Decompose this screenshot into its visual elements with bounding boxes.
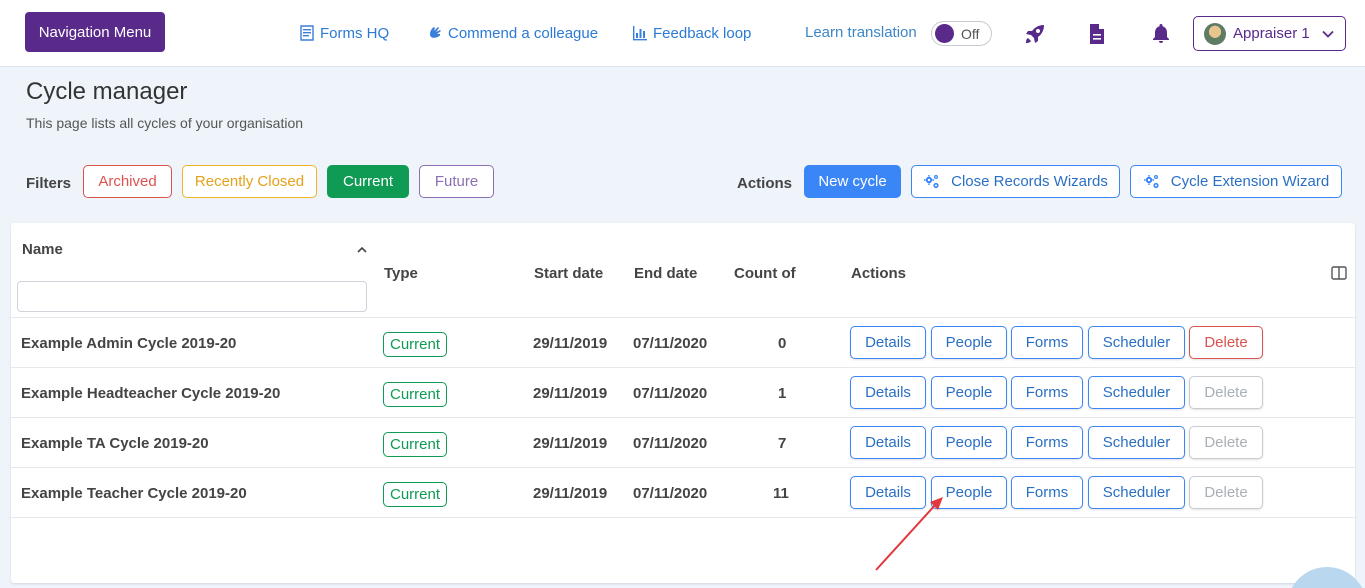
name-filter-input[interactable]	[17, 281, 367, 312]
commend-colleague-link[interactable]: Commend a colleague	[427, 22, 598, 44]
avatar	[1204, 22, 1226, 45]
start-date: 29/11/2019	[533, 385, 608, 402]
cycles-table: Name Type Start date End date Count of A…	[11, 223, 1355, 583]
feedback-loop-label: Feedback loop	[653, 24, 752, 42]
count-value: 7	[778, 435, 787, 452]
status-badge: Current	[383, 482, 448, 507]
delete-button-disabled: Delete	[1189, 426, 1263, 459]
details-button[interactable]: Details	[850, 376, 926, 409]
document-icon[interactable]	[1085, 22, 1109, 46]
status-badge: Current	[383, 332, 448, 357]
form-icon	[300, 25, 314, 41]
table-row: Example Admin Cycle 2019-20 Current 29/1…	[11, 318, 1355, 368]
toggle-knob	[935, 24, 954, 43]
table-row: Example TA Cycle 2019-20 Current 29/11/2…	[11, 418, 1355, 468]
end-date: 07/11/2020	[633, 485, 708, 502]
scheduler-button[interactable]: Scheduler	[1088, 426, 1185, 459]
translation-toggle[interactable]: Off	[931, 21, 992, 46]
bar-chart-icon	[633, 26, 647, 41]
column-header-type: Type	[384, 265, 418, 282]
people-button[interactable]: People	[931, 326, 1007, 359]
hand-wave-icon	[430, 27, 441, 38]
people-button[interactable]: People	[931, 426, 1007, 459]
filter-archived-button[interactable]: Archived	[83, 165, 172, 198]
forms-button[interactable]: Forms	[1011, 476, 1083, 509]
count-value: 0	[778, 335, 787, 352]
scheduler-button[interactable]: Scheduler	[1088, 326, 1185, 359]
start-date: 29/11/2019	[533, 335, 608, 352]
scheduler-button[interactable]: Scheduler	[1088, 376, 1185, 409]
forms-button[interactable]: Forms	[1011, 326, 1083, 359]
new-cycle-button[interactable]: New cycle	[804, 165, 901, 198]
feedback-loop-link[interactable]: Feedback loop	[632, 22, 751, 44]
table-row: Example Headteacher Cycle 2019-20 Curren…	[11, 368, 1355, 418]
delete-button-disabled: Delete	[1189, 476, 1263, 509]
new-cycle-label: New cycle	[818, 173, 887, 190]
forms-button[interactable]: Forms	[1011, 426, 1083, 459]
cycle-name: Example TA Cycle 2019-20	[21, 435, 209, 452]
details-button[interactable]: Details	[850, 326, 926, 359]
navigation-menu-button[interactable]: Navigation Menu	[25, 12, 165, 52]
gears-icon	[924, 174, 939, 188]
filter-future-button[interactable]: Future	[419, 165, 494, 198]
people-button[interactable]: People	[931, 376, 1007, 409]
page-subtitle: This page lists all cycles of your organ…	[26, 115, 304, 131]
close-records-wizard-button[interactable]: Close Records Wizards	[911, 165, 1120, 198]
chevron-down-icon	[1322, 30, 1334, 38]
cycle-name: Example Admin Cycle 2019-20	[21, 335, 237, 352]
column-settings-icon[interactable]	[1331, 265, 1347, 281]
actions-label: Actions	[737, 175, 793, 192]
count-value: 11	[773, 485, 789, 502]
cycle-extension-wizard-button[interactable]: Cycle Extension Wizard	[1130, 165, 1342, 198]
column-header-count: Count of	[734, 265, 796, 282]
commend-colleague-label: Commend a colleague	[448, 24, 599, 42]
forms-hq-link[interactable]: Forms HQ	[299, 22, 389, 44]
filter-current-button[interactable]: Current	[327, 165, 409, 198]
cycle-extension-wizard-label: Cycle Extension Wizard	[1170, 173, 1330, 190]
column-header-actions: Actions	[851, 265, 907, 282]
bell-icon[interactable]	[1149, 22, 1173, 46]
forms-hq-label: Forms HQ	[320, 24, 390, 42]
page-title: Cycle manager	[26, 78, 188, 105]
filters-label: Filters	[26, 175, 72, 192]
people-button[interactable]: People	[931, 476, 1007, 509]
start-date: 29/11/2019	[533, 435, 608, 452]
learn-translation-label: Learn translation	[805, 24, 917, 41]
top-navigation-bar: Navigation Menu Forms HQ Commend a colle…	[0, 0, 1365, 67]
sort-ascending-icon[interactable]	[355, 245, 369, 255]
gears-icon	[1143, 174, 1159, 188]
toggle-state-label: Off	[961, 25, 980, 42]
end-date: 07/11/2020	[633, 335, 708, 352]
table-row: Example Teacher Cycle 2019-20 Current 29…	[11, 468, 1355, 518]
count-value: 1	[778, 385, 787, 402]
forms-button[interactable]: Forms	[1011, 376, 1083, 409]
details-button[interactable]: Details	[850, 476, 926, 509]
close-records-wizard-label: Close Records Wizards	[951, 173, 1108, 190]
start-date: 29/11/2019	[533, 485, 608, 502]
status-badge: Current	[383, 432, 448, 457]
end-date: 07/11/2020	[633, 385, 708, 402]
rocket-icon[interactable]	[1023, 22, 1047, 46]
scheduler-button[interactable]: Scheduler	[1088, 476, 1185, 509]
cycle-name: Example Teacher Cycle 2019-20	[21, 485, 247, 502]
filter-recently-closed-button[interactable]: Recently Closed	[182, 165, 317, 198]
details-button[interactable]: Details	[850, 426, 926, 459]
column-header-start-date: Start date	[534, 265, 604, 282]
end-date: 07/11/2020	[633, 435, 708, 452]
column-header-name[interactable]: Name	[22, 241, 63, 258]
status-badge: Current	[383, 382, 448, 407]
delete-button[interactable]: Delete	[1189, 326, 1263, 359]
delete-button-disabled: Delete	[1189, 376, 1263, 409]
column-header-end-date: End date	[634, 265, 698, 282]
user-name: Appraiser 1	[1233, 25, 1310, 42]
user-menu-button[interactable]: Appraiser 1	[1193, 16, 1346, 51]
cycle-name: Example Headteacher Cycle 2019-20	[21, 385, 281, 402]
